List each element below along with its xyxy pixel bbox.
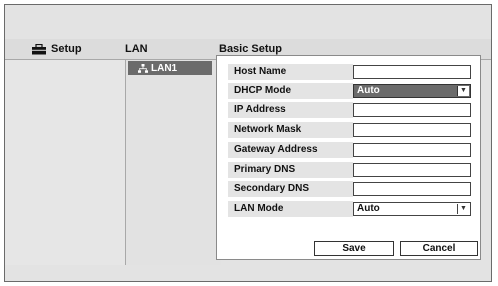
gateway-address-row: Gateway Address: [228, 140, 477, 159]
dhcp-mode-select[interactable]: Auto ▼: [353, 83, 471, 98]
ip-address-label: IP Address: [228, 101, 353, 118]
host-name-label: Host Name: [228, 63, 353, 80]
triangle-down-icon: ▼: [457, 85, 469, 96]
dhcp-mode-row: DHCP Mode Auto ▼: [228, 81, 477, 100]
network-mask-label: Network Mask: [228, 121, 353, 138]
sidebar-item-label: LAN1: [151, 62, 178, 74]
dhcp-mode-label: DHCP Mode: [228, 82, 353, 99]
gateway-address-label: Gateway Address: [228, 141, 353, 158]
ip-address-field[interactable]: [353, 102, 471, 117]
save-button[interactable]: Save: [314, 241, 394, 256]
setup-label: Setup: [51, 43, 82, 55]
primary-dns-row: Primary DNS: [228, 160, 477, 179]
secondary-dns-field[interactable]: [353, 181, 471, 196]
cancel-button[interactable]: Cancel: [400, 241, 478, 256]
network-mask-row: Network Mask: [228, 120, 477, 139]
dhcp-mode-value: Auto: [357, 85, 380, 96]
gateway-address-field[interactable]: [353, 142, 471, 157]
sidebar-item-lan1[interactable]: LAN1: [128, 61, 212, 75]
lan-mode-value: Auto: [357, 203, 380, 214]
host-name-row: Host Name: [228, 62, 477, 81]
primary-dns-field[interactable]: [353, 162, 471, 177]
lan-mode-select[interactable]: Auto ▼: [353, 201, 471, 216]
host-name-field[interactable]: [353, 64, 471, 79]
secondary-dns-label: Secondary DNS: [228, 180, 353, 197]
toolbox-icon: [31, 43, 47, 55]
network-icon: [138, 63, 148, 73]
setup-menu[interactable]: Setup: [31, 43, 82, 55]
submenu-column: [126, 60, 221, 265]
network-mask-field[interactable]: [353, 122, 471, 137]
menu-column: [5, 60, 126, 265]
triangle-down-icon: ▼: [457, 203, 469, 214]
ip-address-row: IP Address: [228, 100, 477, 119]
page-title: Basic Setup: [219, 43, 282, 55]
primary-dns-label: Primary DNS: [228, 161, 353, 178]
lan-breadcrumb: LAN: [125, 43, 148, 55]
secondary-dns-row: Secondary DNS: [228, 179, 477, 198]
lan-mode-row: LAN Mode Auto ▼: [228, 199, 477, 218]
lan-mode-label: LAN Mode: [228, 200, 353, 217]
